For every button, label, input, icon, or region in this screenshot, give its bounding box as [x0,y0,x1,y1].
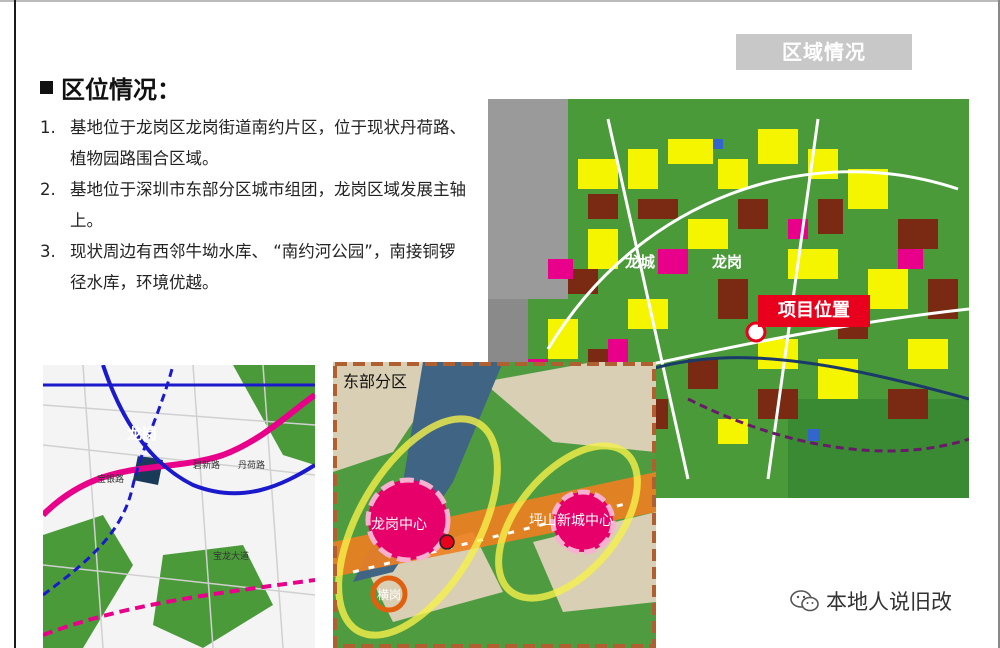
location-list: 1. 基地位于龙岗区龙岗街道南约片区，位于现状丹荷路、植物园路围合区域。 2. … [40,112,470,298]
center-label-henggang: 横岗 [377,588,402,602]
watermark: 本地人说旧改 [790,586,952,616]
map-label-longgang: 龙岗 [712,253,743,271]
section-heading: 区位情况： [40,70,181,105]
map-label-longgang: 龙岗 [127,425,158,443]
list-item: 1. 基地位于龙岗区龙岗街道南约片区，位于现状丹荷路、植物园路围合区域。 [40,112,470,174]
project-location-callout: 项目位置 [778,300,850,321]
map-label-longcheng: 龙城 [625,253,656,271]
center-label-pingshan: 坪山新城中心 [529,513,613,529]
square-bullet-icon [40,81,53,94]
left-border [14,0,16,648]
list-number: 3. [40,242,56,261]
district-title: 东部分区 [341,368,410,392]
list-text: 基地位于龙岗区龙岗街道南约片区，位于现状丹荷路、植物园路围合区域。 [70,118,466,168]
list-number: 2. [40,180,56,199]
road-map: 龙岗 宝银路 碧新路 丹荷路 宝龙大道 [43,365,315,648]
road-label-danhe: 丹荷路 [238,461,266,471]
wechat-icon [790,590,819,612]
road-map-graphic [43,365,315,648]
watermark-text: 本地人说旧改 [826,590,952,614]
list-item: 3. 现状周边有西邻牛坳水库、 “南约河公园”，南接铜锣径水库，环境优越。 [40,236,470,298]
road-label-baolong: 宝龙大道 [213,552,250,562]
road-label-baoyin: 宝银路 [97,475,125,485]
district-map-graphic [333,362,656,648]
road-label-bixin: 碧新路 [193,461,221,471]
list-text: 基地位于深圳市东部分区城市组团，龙岗区域发展主轴上。 [70,180,466,230]
top-border [0,0,1000,2]
list-number: 1. [40,118,56,137]
list-text: 现状周边有西邻牛坳水库、 “南约河公园”，南接铜锣径水库，环境优越。 [70,242,456,292]
region-tag: 区域情况 [736,34,912,70]
heading-text: 区位情况： [61,76,181,104]
district-map: 东部分区 龙岗中心 坪山新城中心 横岗 [333,362,656,648]
list-item: 2. 基地位于深圳市东部分区城市组团，龙岗区域发展主轴上。 [40,174,470,236]
center-label-longgang: 龙岗中心 [371,517,427,533]
